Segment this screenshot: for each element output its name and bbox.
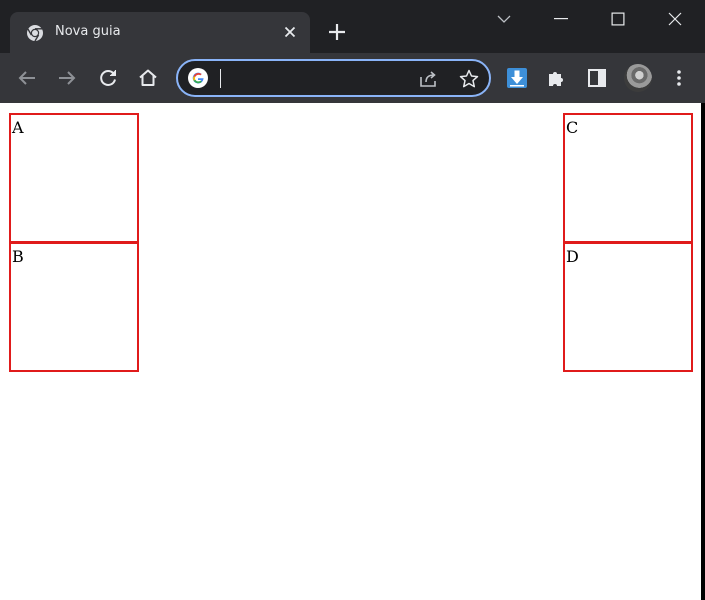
close-icon bbox=[668, 12, 682, 26]
text-caret bbox=[220, 69, 221, 88]
maximize-button[interactable] bbox=[594, 0, 642, 38]
box-d: D bbox=[563, 242, 693, 372]
toolbar bbox=[0, 53, 705, 103]
avatar[interactable] bbox=[624, 64, 652, 92]
star-icon[interactable] bbox=[458, 68, 480, 90]
back-icon[interactable] bbox=[15, 66, 39, 90]
tab-nova-guia[interactable]: Nova guia bbox=[10, 12, 310, 53]
box-b: B bbox=[9, 242, 139, 372]
menu-icon[interactable] bbox=[667, 66, 691, 90]
home-icon[interactable] bbox=[136, 66, 160, 90]
address-input[interactable] bbox=[218, 65, 408, 91]
tab-search-button[interactable] bbox=[480, 0, 528, 38]
forward-icon[interactable] bbox=[55, 66, 79, 90]
tab-title: Nova guia bbox=[55, 24, 121, 39]
plus-icon bbox=[329, 24, 345, 40]
tab-strip: Nova guia bbox=[0, 0, 705, 53]
new-tab-button[interactable] bbox=[326, 21, 348, 43]
page-content: A B C D bbox=[0, 103, 701, 600]
minimize-icon bbox=[554, 18, 568, 20]
minimize-button[interactable] bbox=[537, 0, 585, 38]
window-edge bbox=[701, 103, 705, 600]
reload-icon[interactable] bbox=[96, 66, 120, 90]
google-icon bbox=[188, 68, 208, 88]
share-icon[interactable] bbox=[418, 68, 440, 90]
close-window-button[interactable] bbox=[651, 0, 699, 38]
side-panel-icon[interactable] bbox=[585, 66, 609, 90]
omnibox[interactable] bbox=[176, 59, 491, 97]
tab-close-icon[interactable] bbox=[282, 24, 298, 40]
chevron-down-icon bbox=[497, 15, 511, 23]
maximize-icon bbox=[611, 12, 625, 26]
puzzle-icon[interactable] bbox=[545, 66, 569, 90]
download-extension-icon[interactable] bbox=[505, 66, 529, 90]
box-c: C bbox=[563, 113, 693, 243]
box-a: A bbox=[9, 113, 139, 243]
chrome-icon bbox=[26, 24, 44, 42]
